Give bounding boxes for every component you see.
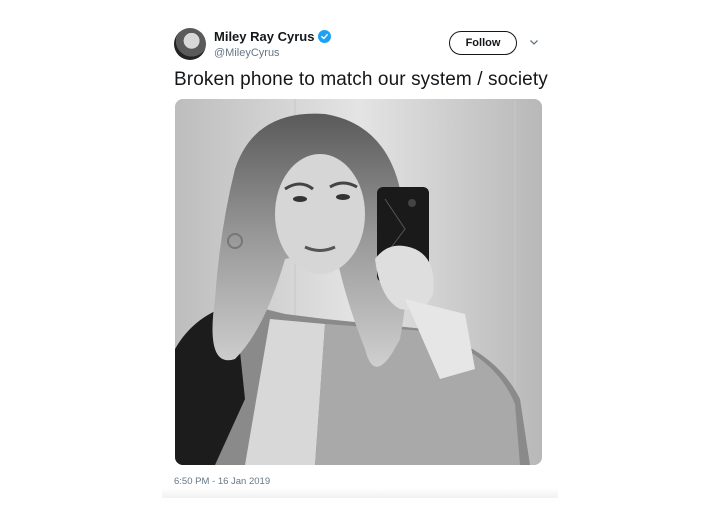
tweet-text: Broken phone to match our system / socie… — [174, 69, 548, 90]
tweet-photo[interactable] — [175, 99, 542, 465]
avatar[interactable] — [174, 28, 206, 60]
author-handle[interactable]: @MileyCyrus — [214, 47, 280, 59]
tweet-card: Miley Ray Cyrus @MileyCyrus Follow Broke… — [162, 18, 558, 498]
card-bottom-edge — [162, 488, 558, 498]
verified-badge-icon — [318, 30, 332, 43]
follow-button[interactable]: Follow — [449, 31, 517, 55]
author-name[interactable]: Miley Ray Cyrus — [214, 29, 314, 44]
author-row: Miley Ray Cyrus — [214, 29, 332, 44]
tweet-timestamp[interactable]: 6:50 PM - 16 Jan 2019 — [174, 476, 270, 487]
chevron-down-icon[interactable] — [529, 37, 539, 47]
